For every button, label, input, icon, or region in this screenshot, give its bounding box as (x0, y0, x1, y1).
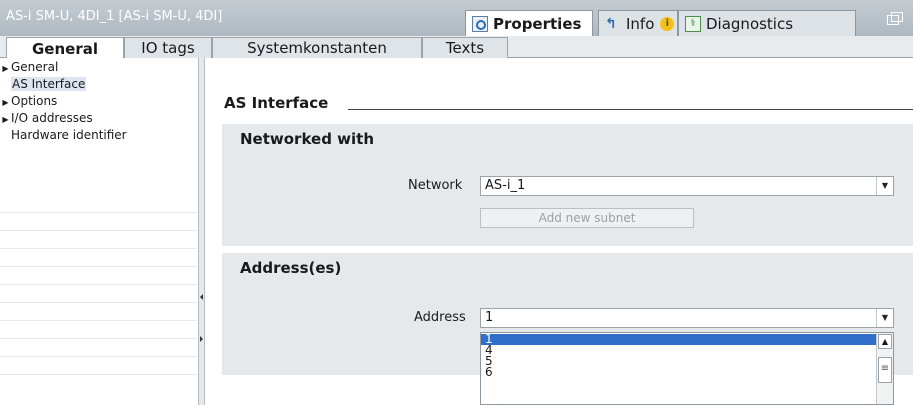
panel-splitter[interactable] (198, 58, 205, 405)
nav-item-label: Options (11, 94, 58, 108)
nav-divider (0, 284, 197, 285)
add-new-subnet-button[interactable]: Add new subnet (480, 208, 694, 228)
nav-divider (0, 338, 197, 339)
window-title: AS-i SM-U, 4DI_1 [AS-i SM-U, 4DI] (6, 9, 223, 24)
subtab-systemkonstanten[interactable]: Systemkonstanten (212, 37, 422, 58)
networked-with-group: Networked with Network AS-i_1 ▼ Add new … (222, 124, 913, 246)
nav-divider (0, 302, 197, 303)
float-window-icon[interactable] (887, 12, 903, 25)
nav-divider (0, 266, 197, 267)
network-label: Network (408, 178, 463, 193)
nav-item-options[interactable]: ▶ Options (0, 93, 197, 109)
nav-item-hardware-identifier[interactable]: Hardware identifier (0, 127, 197, 143)
section-title: AS Interface (224, 94, 329, 112)
tab-info[interactable]: ↰ Info i (598, 10, 678, 36)
dropdown-option[interactable]: 6 (481, 366, 893, 378)
nav-item-as-interface[interactable]: AS Interface (0, 76, 197, 92)
nav-item-general[interactable]: ▶ General (0, 59, 197, 75)
inspector-title-bar: AS-i SM-U, 4DI_1 [AS-i SM-U, 4DI] Proper… (0, 0, 913, 36)
expand-arrow-icon[interactable]: ▶ (0, 61, 11, 77)
nav-divider (0, 320, 197, 321)
chevron-down-icon[interactable]: ▼ (876, 177, 893, 195)
nav-item-label: I/O addresses (11, 111, 93, 125)
diagnostics-icon: ⚕ (685, 15, 701, 32)
subtab-io-tags[interactable]: IO tags (124, 37, 212, 58)
group-title: Networked with (240, 130, 375, 148)
properties-icon (472, 15, 488, 32)
tab-properties-label: Properties (493, 14, 582, 33)
nav-item-label: General (11, 60, 59, 74)
nav-item-label: Hardware identifier (11, 128, 127, 142)
dropdown-scrollbar[interactable]: ▲ ≡ (876, 333, 893, 404)
tab-properties[interactable]: Properties (465, 10, 593, 36)
collapse-left-icon[interactable] (200, 294, 203, 300)
nav-item-io-addresses[interactable]: ▶ I/O addresses (0, 110, 197, 126)
nav-item-label: AS Interface (11, 77, 87, 91)
dropdown-option[interactable]: 5 (481, 355, 893, 367)
info-icon: ↰ (605, 15, 617, 32)
property-nav-tree: ▶ General AS Interface ▶ Options ▶ I/O addr… (0, 58, 197, 405)
address-select[interactable]: 1 ▼ (480, 308, 894, 328)
network-select[interactable]: AS-i_1 ▼ (480, 176, 894, 196)
dropdown-option[interactable]: 4 (481, 344, 893, 356)
info-badge-icon: i (660, 16, 675, 31)
group-title: Address(es) (240, 259, 342, 277)
sub-tab-bar: General IO tags Systemkonstanten Texts (0, 36, 913, 59)
dropdown-option[interactable]: 1 (481, 333, 893, 345)
address-value: 1 (485, 310, 494, 325)
subtab-texts[interactable]: Texts (422, 37, 508, 58)
property-content: AS Interface Networked with Network AS-i… (206, 58, 913, 405)
tab-info-label: Info (626, 14, 655, 33)
expand-arrow-icon[interactable]: ▶ (0, 95, 11, 111)
expand-arrow-icon[interactable]: ▶ (0, 112, 11, 128)
nav-divider (0, 212, 197, 213)
expand-right-icon[interactable] (200, 336, 203, 342)
nav-divider (0, 230, 197, 231)
nav-divider (0, 356, 197, 357)
scroll-thumb-icon[interactable]: ≡ (878, 357, 892, 383)
network-value: AS-i_1 (485, 178, 526, 193)
tab-diagnostics[interactable]: ⚕ Diagnostics (678, 10, 856, 36)
nav-divider (0, 248, 197, 249)
address-label: Address (414, 310, 466, 325)
nav-divider (0, 374, 197, 375)
scroll-up-icon[interactable]: ▲ (878, 334, 892, 349)
tab-diagnostics-label: Diagnostics (706, 14, 794, 33)
address-dropdown-list[interactable]: 1 4 5 6 ▲ ≡ (480, 332, 894, 405)
section-divider (348, 109, 913, 110)
subtab-general[interactable]: General (6, 37, 124, 59)
chevron-down-icon[interactable]: ▼ (876, 309, 893, 327)
